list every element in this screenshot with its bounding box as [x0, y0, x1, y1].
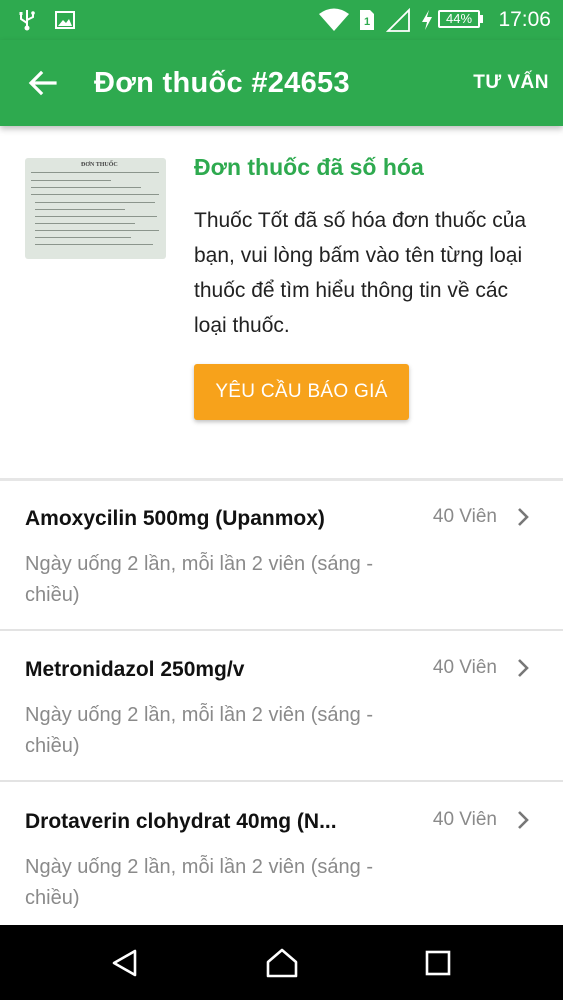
home-icon [266, 948, 298, 977]
item-divider [0, 629, 563, 631]
thumbnail-line [31, 187, 141, 188]
charging-icon [420, 0, 434, 40]
prescription-header: ĐƠN THUỐC Đơn thuốc đã số hóa Thuốc Tốt … [0, 126, 563, 478]
item-divider [0, 780, 563, 782]
signal-icon [386, 0, 410, 40]
chevron-right-icon [518, 508, 529, 526]
medicine-dosage: Ngày uống 2 lần, mỗi lần 2 viên (sáng - … [25, 856, 373, 909]
wifi-icon [318, 0, 350, 40]
thumbnail-line [31, 172, 159, 173]
prescription-thumbnail[interactable]: ĐƠN THUỐC [25, 158, 166, 259]
medicine-item[interactable]: Amoxycilin 500mg (Upanmox) 40 Viên Ngày … [0, 481, 563, 631]
thumbnail-title: ĐƠN THUỐC [81, 162, 118, 168]
medicine-quantity: 40 Viên [432, 809, 497, 830]
medicine-quantity: 40 Viên [432, 657, 497, 678]
back-button[interactable] [22, 62, 64, 104]
medicine-item[interactable]: Metronidazol 250mg/v 40 Viên Ngày uống 2… [0, 632, 563, 782]
medicine-name: Amoxycilin 500mg (Upanmox) [25, 507, 325, 530]
app-bar: Đơn thuốc #24653 TƯ VẤN [0, 40, 563, 126]
nav-home-button[interactable] [237, 925, 327, 1000]
square-recents-icon [425, 950, 451, 975]
thumbnail-line [35, 209, 125, 210]
consult-button[interactable]: TƯ VẤN [473, 40, 549, 126]
triangle-back-icon [112, 949, 137, 976]
thumbnail-line [35, 244, 153, 245]
clock: 17:06 [498, 8, 551, 31]
thumbnail-line [35, 202, 155, 203]
nav-back-button[interactable] [80, 925, 170, 1000]
medicine-quantity: 40 Viên [432, 506, 497, 527]
arrow-left-icon [28, 70, 57, 96]
chevron-right-icon [518, 659, 529, 677]
thumbnail-line [35, 216, 157, 217]
usb-icon [18, 0, 36, 40]
chevron-right-icon [518, 811, 529, 829]
page-title: Đơn thuốc #24653 [94, 67, 350, 99]
digitized-title: Đơn thuốc đã số hóa [194, 154, 424, 180]
navigation-bar [0, 925, 563, 1000]
medicine-name: Metronidazol 250mg/v [25, 658, 245, 681]
battery-terminal [480, 15, 483, 23]
medicine-item[interactable]: Drotaverin clohydrat 40mg (N... 40 Viên … [0, 784, 563, 925]
digitized-description: Thuốc Tốt đã số hóa đơn thuốc của bạn, v… [194, 209, 527, 337]
image-icon [55, 0, 75, 40]
medicine-dosage: Ngày uống 2 lần, mỗi lần 2 viên (sáng - … [25, 704, 373, 757]
sim-icon: 1 [358, 0, 376, 40]
status-bar: 1 44% 17:06 [0, 0, 563, 40]
battery-icon: 44% [438, 10, 480, 28]
request-quote-button[interactable]: YÊU CẦU BÁO GIÁ [194, 364, 409, 420]
thumbnail-line [31, 194, 159, 195]
medicine-name: Drotaverin clohydrat 40mg (N... [25, 810, 337, 833]
thumbnail-line [35, 223, 135, 224]
medicine-dosage: Ngày uống 2 lần, mỗi lần 2 viên (sáng - … [25, 553, 373, 606]
thumbnail-line [35, 237, 131, 238]
nav-recents-button[interactable] [393, 925, 483, 1000]
thumbnail-line [31, 180, 111, 181]
sim-slot-label: 1 [364, 16, 370, 28]
thumbnail-line [35, 230, 159, 231]
